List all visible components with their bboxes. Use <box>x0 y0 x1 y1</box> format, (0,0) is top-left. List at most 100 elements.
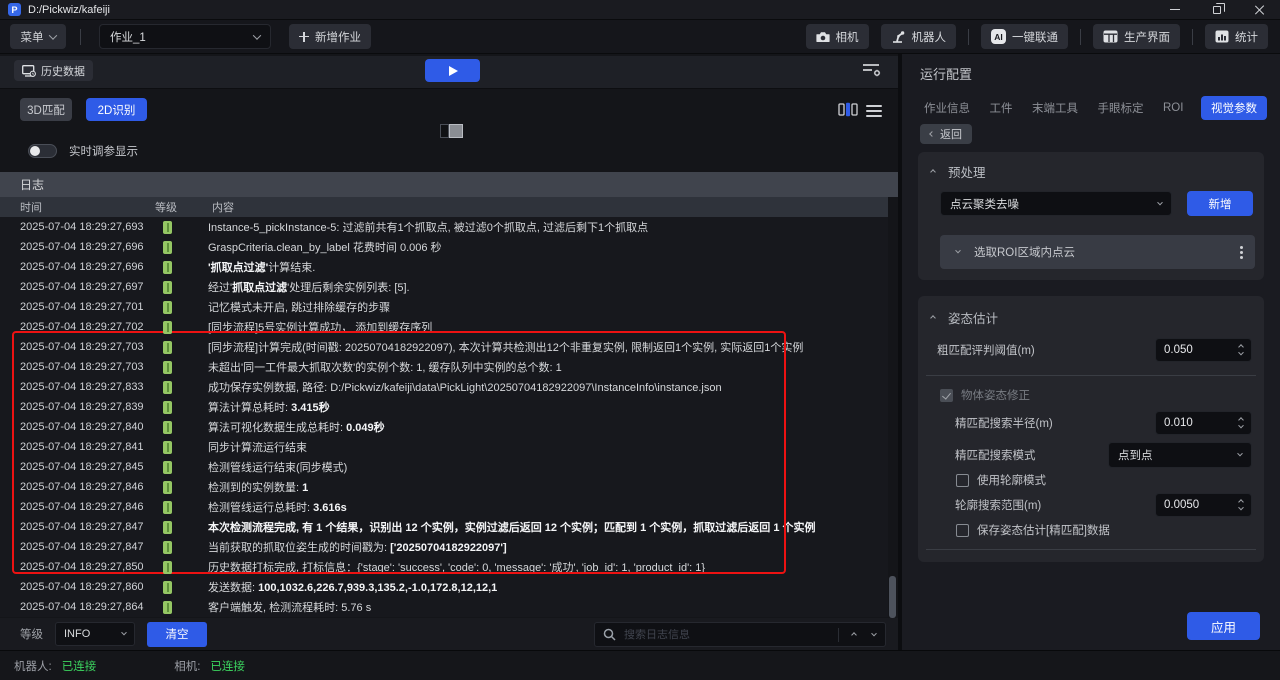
log-time: 2025-07-04 18:29:27,693 <box>20 221 155 233</box>
log-row: 2025-07-04 18:29:27,696'抓取点过滤'计算结束. <box>0 257 888 277</box>
pose-header[interactable]: 姿态估计 <box>931 308 998 327</box>
level-select[interactable]: INFO <box>55 622 135 646</box>
minimize-button[interactable] <box>1154 0 1196 19</box>
log-content: [同步流程]计算完成(时间戳: 20250704182922097), 本次计算… <box>208 339 803 355</box>
history-data-button[interactable]: 历史数据 <box>14 60 93 81</box>
roi-pointcloud-item[interactable]: 选取ROI区域内点云 <box>940 235 1255 269</box>
log-row: 2025-07-04 18:29:27,702[同步流程]5号实例计算成功， 添… <box>0 317 888 337</box>
chevron-up-icon <box>930 169 936 175</box>
chevron-down-icon <box>1238 349 1244 355</box>
contour-range-spinner[interactable]: 0.0050 <box>1155 493 1252 517</box>
pose-correct-checkbox[interactable] <box>940 389 953 402</box>
log-level-info-badge <box>163 361 172 374</box>
contour-mode-checkbox-row: 使用轮廓模式 <box>956 472 1046 488</box>
menu-list-button[interactable] <box>866 105 882 117</box>
history-data-label: 历史数据 <box>41 63 85 79</box>
chevron-down-icon <box>48 31 56 39</box>
contour-mode-checkbox[interactable] <box>956 474 969 487</box>
chevron-up-icon <box>1238 417 1244 423</box>
spinner-arrows[interactable] <box>1239 500 1243 511</box>
log-time: 2025-07-04 18:29:27,839 <box>20 401 155 413</box>
search-icon <box>603 628 616 641</box>
log-level-info-badge <box>163 561 172 574</box>
search-next-button[interactable] <box>865 633 883 637</box>
coarse-threshold-spinner[interactable]: 0.050 <box>1155 338 1252 362</box>
log-content: 本次检测流程完成, 有 1 个结果，识别出 12 个实例，实例过滤后返回 12 … <box>208 519 816 535</box>
add-preprocess-button[interactable]: 新增 <box>1187 191 1253 216</box>
left-panel: 历史数据 3D匹配 2D识别 实时调参显示 日志 时间 等级 内容 2025-0… <box>0 54 898 650</box>
realtime-param-label: 实时调参显示 <box>69 143 138 159</box>
realtime-param-toggle[interactable] <box>28 144 57 158</box>
fine-radius-spinner[interactable]: 0.010 <box>1155 411 1252 435</box>
log-row: 2025-07-04 18:29:27,850历史数据打标完成, 打标信息：{'… <box>0 557 888 577</box>
tab-视觉参数[interactable]: 视觉参数 <box>1201 96 1267 120</box>
tab-末端工具[interactable]: 末端工具 <box>1030 96 1080 120</box>
close-icon <box>1254 5 1264 15</box>
mode-3d-match-button[interactable]: 3D匹配 <box>20 98 72 121</box>
robot-status-label: 机器人: <box>14 658 52 674</box>
log-time: 2025-07-04 18:29:27,847 <box>20 521 155 533</box>
robot-button[interactable]: 机器人 <box>881 24 957 49</box>
log-scrollbar[interactable] <box>889 576 896 618</box>
fine-mode-select[interactable]: 点到点 <box>1108 442 1252 468</box>
production-ui-button[interactable]: 生产界面 <box>1093 24 1180 49</box>
chevron-up-icon <box>851 632 857 638</box>
clear-log-label: 清空 <box>166 626 189 642</box>
maximize-button[interactable] <box>1196 0 1238 19</box>
log-time: 2025-07-04 18:29:27,703 <box>20 341 155 353</box>
robot-arm-icon <box>891 30 906 43</box>
log-row: 2025-07-04 18:29:27,697经过'抓取点过滤'处理后剩余实例列… <box>0 277 888 297</box>
restore-icon <box>1213 6 1221 14</box>
add-job-button[interactable]: 新增作业 <box>289 24 371 49</box>
clear-log-button[interactable]: 清空 <box>147 622 207 647</box>
preprocess-title: 预处理 <box>948 162 986 181</box>
log-time: 2025-07-04 18:29:27,703 <box>20 361 155 373</box>
run-config-panel: 运行配置 作业信息工件末端工具手眼标定ROI视觉参数 返回 预处理 点云聚类去噪… <box>902 54 1280 650</box>
apply-button[interactable]: 应用 <box>1187 612 1260 640</box>
chevron-down-icon <box>1237 451 1243 457</box>
camera-button[interactable]: 相机 <box>806 24 869 49</box>
job-select[interactable]: 作业_1 <box>99 24 271 49</box>
tab-手眼标定[interactable]: 手眼标定 <box>1096 96 1146 120</box>
divider <box>1080 29 1081 45</box>
main-toolbar: 菜单 作业_1 新增作业 相机 机器人 AI 一键联通 生产界面 <box>0 20 1280 54</box>
tab-ROI[interactable]: ROI <box>1161 98 1185 118</box>
image-thumbnail[interactable] <box>440 124 463 138</box>
preprocess-select[interactable]: 点云聚类去噪 <box>940 191 1172 216</box>
log-settings-button[interactable] <box>862 62 882 83</box>
log-content: 发送数据: 100,1032.6,226.7,939.3,135.2,-1.0,… <box>208 579 497 595</box>
log-content: Instance-5_pickInstance-5: 过滤前共有1个抓取点, 被… <box>208 219 648 235</box>
log-row: 2025-07-04 18:29:27,693 Instance-5_pickIn… <box>0 217 888 237</box>
back-button[interactable]: 返回 <box>920 124 972 144</box>
log-time: 2025-07-04 18:29:27,846 <box>20 481 155 493</box>
fine-mode-label: 精匹配搜索模式 <box>955 447 1036 463</box>
kebab-menu-icon[interactable] <box>1240 251 1243 254</box>
log-level-info-badge <box>163 321 172 334</box>
log-level-info-badge <box>163 541 172 554</box>
tab-作业信息[interactable]: 作业信息 <box>922 96 972 120</box>
pose-correct-checkbox-row: 物体姿态修正 <box>940 387 1030 403</box>
search-prev-button[interactable] <box>845 633 863 637</box>
chevron-down-icon <box>121 630 127 636</box>
log-content: 同步计算流运行结束 <box>208 439 307 455</box>
one-key-connect-button[interactable]: AI 一键联通 <box>981 24 1068 49</box>
menu-button[interactable]: 菜单 <box>10 24 66 49</box>
preprocess-card: 预处理 点云聚类去噪 新增 选取ROI区域内点云 <box>918 152 1264 280</box>
spinner-arrows[interactable] <box>1239 418 1243 429</box>
save-pose-checkbox[interactable] <box>956 524 969 537</box>
log-time: 2025-07-04 18:29:27,702 <box>20 321 155 333</box>
tab-工件[interactable]: 工件 <box>988 96 1015 120</box>
log-search-input[interactable] <box>624 629 838 641</box>
log-row: 2025-07-04 18:29:27,845检测管线运行结束(同步模式) <box>0 457 888 477</box>
preprocess-header[interactable]: 预处理 <box>931 162 986 181</box>
statistics-button[interactable]: 统计 <box>1205 24 1268 49</box>
close-button[interactable] <box>1238 0 1280 19</box>
log-content: 未超出'同一工件最大抓取次数'的实例个数: 1, 缓存队列中实例的总个数: 1 <box>208 359 562 375</box>
mode-2d-recognition-button[interactable]: 2D识别 <box>86 98 147 121</box>
spinner-arrows[interactable] <box>1239 345 1243 356</box>
chevron-up-icon <box>930 315 936 321</box>
run-button[interactable] <box>425 59 480 82</box>
log-time: 2025-07-04 18:29:27,864 <box>20 601 155 613</box>
view-columns-button[interactable] <box>838 102 858 122</box>
log-content: 当前获取的抓取位姿生成的时间戳为: ['20250704182922097'] <box>208 539 507 555</box>
